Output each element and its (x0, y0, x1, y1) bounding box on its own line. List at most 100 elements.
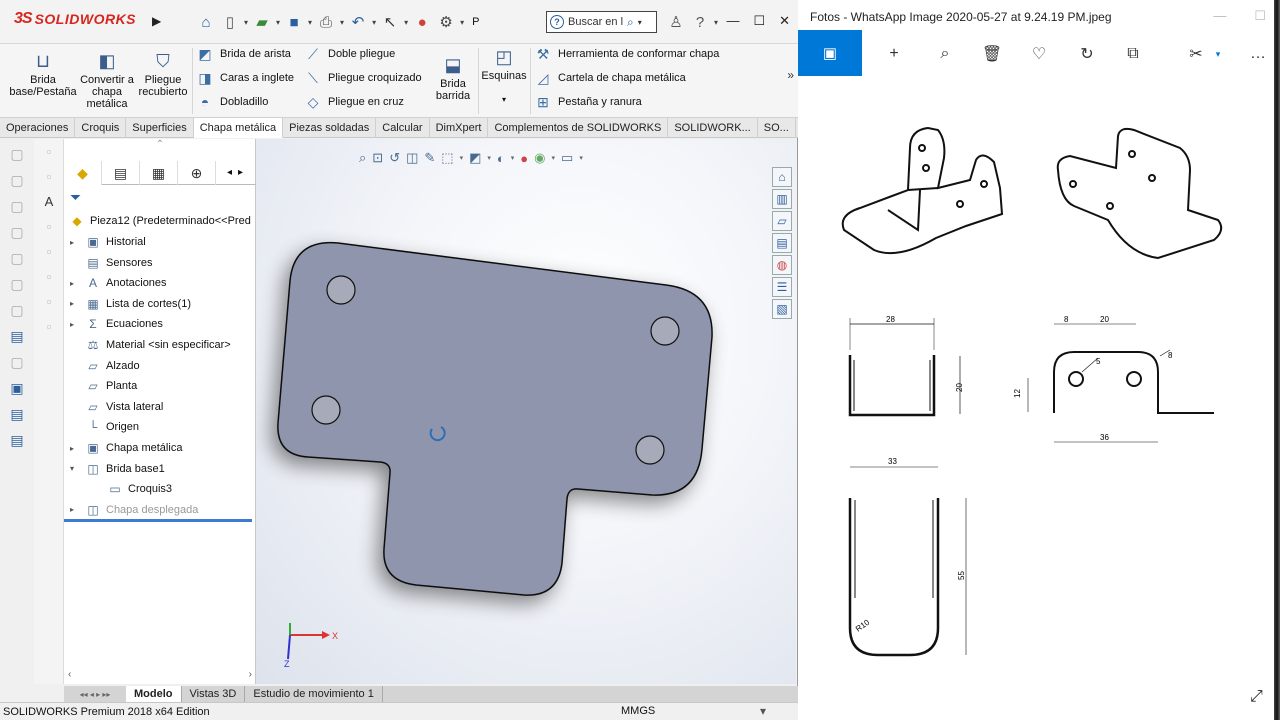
tree-expand-icon[interactable]: ▸ (70, 299, 80, 308)
tree-node[interactable]: ▤ Sensores (70, 254, 152, 272)
strip-tool-11-icon[interactable]: ▤ (6, 403, 28, 425)
tree-expand-icon[interactable]: ▸ (70, 505, 80, 514)
user-icon[interactable]: ♙ (666, 12, 686, 32)
forming-tool-button[interactable]: ⚒ Herramienta de conformar chapa (534, 44, 720, 64)
undo-icon[interactable]: ↶ (348, 12, 368, 32)
options-dropdown-icon[interactable]: ▾ (460, 18, 464, 27)
tree-node[interactable]: ▱ Vista lateral (70, 398, 163, 416)
rebuild-icon[interactable]: ● (412, 12, 432, 32)
photos-collection-icon[interactable]: ▣ (798, 30, 862, 76)
search-dropdown-icon[interactable]: ▾ (638, 18, 642, 27)
strip-tool-7-icon[interactable]: ▢ (6, 299, 28, 321)
photos-rotate-icon[interactable]: ↻ (1077, 44, 1097, 64)
photos-edit-dropdown-icon[interactable]: ▾ (1208, 44, 1228, 64)
tree-node[interactable]: ▾ ◫ Brida base1 (70, 460, 165, 478)
photos-more-icon[interactable]: … (1248, 44, 1268, 64)
photos-zoom-icon[interactable]: ⌕ (935, 44, 955, 64)
menu-expand-arrow-icon[interactable]: ▶ (152, 14, 161, 28)
photos-edit-icon[interactable]: ✂ (1186, 44, 1206, 64)
unit-system[interactable]: MMGS (621, 705, 655, 717)
tab-slot-button[interactable]: ⊞ Pestaña y ranura (534, 92, 642, 112)
tabs-next-icon[interactable]: ▸ (238, 167, 243, 178)
options-gear-icon[interactable]: ⚙ (436, 12, 456, 32)
tree-expand-icon[interactable]: ▸ (70, 444, 80, 453)
scroll-right-icon[interactable]: › (249, 669, 252, 680)
strip-tool-8-icon[interactable]: ▤ (6, 325, 28, 347)
lofted-bend-button[interactable]: ⛉ Pliegue recubierto (136, 50, 190, 98)
tree-node[interactable]: ⚖ Material <sin especificar> (70, 336, 231, 354)
3d-views-tab[interactable]: Vistas 3D (182, 686, 246, 702)
tab-5[interactable]: Calcular (376, 118, 430, 138)
custom-properties-icon[interactable]: ☰ (772, 277, 792, 297)
search-icon[interactable]: ⌕ (627, 15, 634, 30)
photos-delete-icon[interactable]: 🗑 (982, 44, 1002, 64)
forum-icon[interactable]: ▧ (772, 299, 792, 319)
maximize-icon[interactable]: ☐ (753, 13, 765, 29)
strip-tool-4-icon[interactable]: ▢ (6, 221, 28, 243)
tab-7[interactable]: Complementos de SOLIDWORKS (488, 118, 669, 138)
photos-crop-icon[interactable]: ⧉ (1123, 44, 1143, 64)
select-dropdown-icon[interactable]: ▾ (404, 18, 408, 27)
motion-study-tab[interactable]: Estudio de movimiento 1 (245, 686, 383, 702)
hem-button[interactable]: ◓ Dobladillo (196, 92, 269, 112)
graphics-viewport[interactable]: ⌕ ⊡ ↺ ◫ ✎ ⬚ ▾ ◩ ▾ ◐ ▾ ● ◉ ▾ ▭ ▾ ⌂ ▥ ▱ ▤ … (256, 139, 796, 684)
mgr-1-icon[interactable]: ▫ (39, 141, 59, 161)
tree-node[interactable]: ▸ ◫ Chapa desplegada (70, 501, 198, 519)
corners-button[interactable]: ◰ Esquinas ▾ (480, 46, 528, 106)
tree-node[interactable]: ▱ Alzado (70, 357, 139, 375)
solidworks-logo[interactable]: 3S SOLIDWORKS (14, 10, 136, 28)
tab-1[interactable]: Croquis (75, 118, 127, 138)
tree-node[interactable]: ▭ Croquis3 (92, 480, 172, 498)
design-library-icon[interactable]: ▥ (772, 189, 792, 209)
help-dropdown-icon[interactable]: ▾ (714, 18, 718, 27)
tab-4[interactable]: Piezas soldadas (283, 118, 377, 138)
mgr-7-icon[interactable]: ▫ (39, 291, 59, 311)
minimize-icon[interactable]: — (726, 13, 739, 29)
new-dropdown-icon[interactable]: ▾ (244, 18, 248, 27)
photos-add-icon[interactable]: + (884, 44, 904, 64)
tree-expand-icon[interactable]: ▸ (70, 279, 80, 288)
feature-manager-tab-icon[interactable]: ◆ (64, 161, 102, 185)
mgr-4-icon[interactable]: ▫ (39, 216, 59, 236)
search-box[interactable]: ? Buscar en l ⌕ ▾ (546, 11, 657, 33)
bottom-tab-nav-icon[interactable]: ◂◂ ◂ ▸ ▸▸ (64, 690, 126, 699)
gusset-button[interactable]: ◿ Cartela de chapa metálica (534, 68, 686, 88)
new-document-icon[interactable]: ▯ (220, 12, 240, 32)
appearances-icon[interactable]: ◍ (772, 255, 792, 275)
tree-node[interactable]: ▱ Planta (70, 377, 137, 395)
tree-hscrollbar[interactable]: ‹ › (64, 666, 256, 682)
dimxpert-manager-tab-icon[interactable]: ⊕ (178, 161, 216, 185)
tab-8[interactable]: SOLIDWORK... (668, 118, 758, 138)
rollback-bar[interactable] (64, 519, 252, 522)
strip-tool-10-icon[interactable]: ▣ (6, 377, 28, 399)
tree-expand-icon[interactable]: ▾ (70, 464, 80, 473)
strip-tool-3-icon[interactable]: ▢ (6, 195, 28, 217)
help-icon[interactable]: ? (690, 12, 710, 32)
photos-minimize-icon[interactable]: — (1213, 8, 1226, 24)
tree-expand-icon[interactable]: ▸ (70, 238, 80, 247)
tab-0[interactable]: Operaciones (0, 118, 76, 138)
photos-fullscreen-icon[interactable]: ⤢ (1250, 688, 1263, 706)
tree-node[interactable]: └ Origen (70, 418, 139, 436)
cross-break-button[interactable]: ◇ Pliegue en cruz (304, 92, 404, 112)
view-palette-icon[interactable]: ▤ (772, 233, 792, 253)
tree-collapse-handle[interactable]: ⌃ (64, 139, 256, 161)
home-icon[interactable]: ⌂ (196, 12, 216, 32)
filter-icon[interactable]: ⏷ (70, 189, 81, 206)
tab-9[interactable]: SO... (758, 118, 796, 138)
open-icon[interactable]: ▰ (252, 12, 272, 32)
mgr-5-icon[interactable]: ▫ (39, 241, 59, 261)
save-icon[interactable]: ■ (284, 12, 304, 32)
sketched-bend-button[interactable]: ⟍ Pliegue croquizado (304, 68, 421, 88)
tree-node[interactable]: ▸ ▣ Historial (70, 233, 146, 251)
photos-favorite-icon[interactable]: ♡ (1029, 44, 1049, 64)
tab-3[interactable]: Chapa metálica (193, 118, 284, 138)
swept-flange-button[interactable]: ⬓ Brida barrida (432, 54, 474, 102)
strip-tool-9-icon[interactable]: ▢ (6, 351, 28, 373)
mgr-8-icon[interactable]: ▫ (39, 316, 59, 336)
strip-tool-6-icon[interactable]: ▢ (6, 273, 28, 295)
file-explorer-icon[interactable]: ▱ (772, 211, 792, 231)
edge-flange-button[interactable]: ◩ Brida de arista (196, 44, 291, 64)
ribbon-more-icon[interactable]: » (787, 68, 794, 82)
strip-tool-1-icon[interactable]: ▢ (6, 143, 28, 165)
